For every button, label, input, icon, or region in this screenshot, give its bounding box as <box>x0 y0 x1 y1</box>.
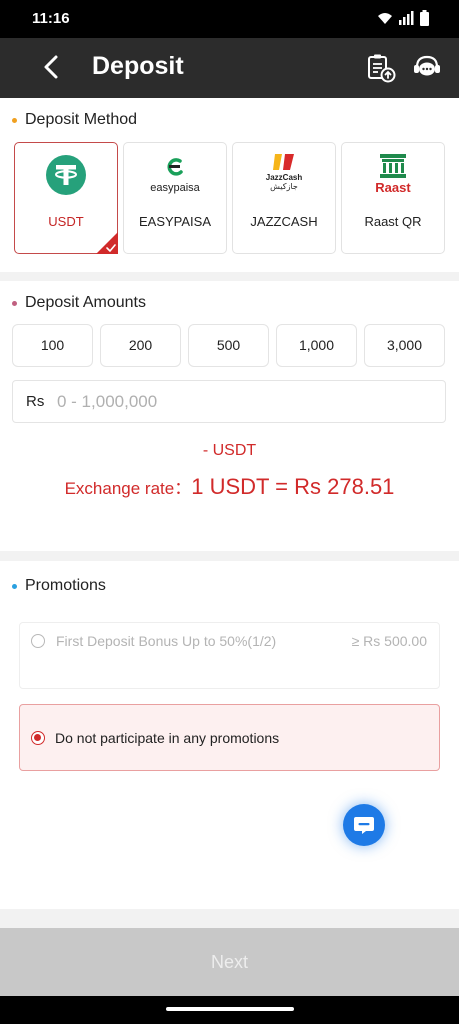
back-arrow-icon[interactable] <box>38 53 66 81</box>
section-dot <box>12 300 17 306</box>
status-time: 11:16 <box>32 10 70 27</box>
method-label: USDT <box>48 214 84 229</box>
customer-service-icon[interactable] <box>412 54 442 82</box>
chat-bubble-icon <box>354 817 374 834</box>
radio-button-selected[interactable] <box>31 731 45 745</box>
system-navigation-bar <box>0 996 459 1024</box>
method-label: Raast QR <box>364 214 422 229</box>
radio-button[interactable] <box>31 634 45 648</box>
signal-icon <box>399 11 414 25</box>
amount-field[interactable]: Rs <box>12 380 446 423</box>
promo-label: Do not participate in any promotions <box>55 730 280 746</box>
jazzcash-logo-text: JazzCash <box>265 173 303 182</box>
promo-first-deposit-bonus[interactable]: First Deposit Bonus Up to 50%(1/2) ≥ Rs … <box>19 622 440 689</box>
promotions-label: Promotions <box>25 577 106 594</box>
amount-input[interactable] <box>57 387 437 417</box>
exchange-rate-value: 1 USDT = Rs 278.51 <box>191 474 395 499</box>
quick-amount-200[interactable]: 200 <box>100 324 181 367</box>
method-label: EASYPAISA <box>138 214 211 229</box>
quick-amount-500[interactable]: 500 <box>188 324 269 367</box>
exchange-rate-label: Exchange rate： <box>64 479 192 498</box>
deposit-amounts-label: Deposit Amounts <box>25 294 146 311</box>
selected-check-icon <box>96 232 118 254</box>
page-title: Deposit <box>92 52 184 80</box>
status-bar: 11:16 <box>0 0 459 38</box>
battery-icon <box>420 10 429 26</box>
exchange-rate: Exchange rate：1 USDT = Rs 278.51 <box>0 474 459 500</box>
deposit-method-label: Deposit Method <box>25 111 138 128</box>
quick-amount-100[interactable]: 100 <box>12 324 93 367</box>
deposit-method-title: Deposit Method <box>12 111 137 129</box>
usdt-logo-icon <box>46 155 86 195</box>
jazzcash-logo-icon <box>273 154 294 170</box>
method-jazzcash[interactable]: JazzCash جازکیش JAZZCASH <box>232 142 336 254</box>
raast-logo-text: Raast <box>375 180 411 195</box>
deposit-record-icon[interactable] <box>366 53 396 83</box>
home-gesture-handle[interactable] <box>166 1007 294 1011</box>
next-button[interactable]: Next <box>0 928 459 996</box>
quick-amount-3000[interactable]: 3,000 <box>364 324 445 367</box>
promo-label: First Deposit Bonus Up to 50%(1/2) <box>56 633 277 649</box>
easypaisa-logo-icon <box>167 158 183 176</box>
method-usdt[interactable]: USDT <box>14 142 118 254</box>
deposit-amounts-title: Deposit Amounts <box>12 294 146 312</box>
app-header: Deposit <box>0 38 459 98</box>
promotions-title: Promotions <box>12 577 106 595</box>
quick-amount-1000[interactable]: 1,000 <box>276 324 357 367</box>
footer-bar: Next <box>0 928 459 996</box>
section-dot <box>12 583 17 589</box>
status-icons <box>377 10 429 26</box>
promo-no-participation[interactable]: Do not participate in any promotions <box>19 704 440 771</box>
wifi-icon <box>378 13 392 24</box>
converted-amount: - USDT <box>202 442 257 459</box>
method-easypaisa[interactable]: easypaisa EASYPAISA <box>123 142 227 254</box>
easypaisa-logo-text: easypaisa <box>150 182 200 194</box>
promo-minimum: ≥ Rs 500.00 <box>351 633 427 649</box>
method-label: JAZZCASH <box>250 214 318 229</box>
currency-symbol: Rs <box>26 393 45 410</box>
section-dot <box>12 117 17 123</box>
method-raast[interactable]: Raast Raast QR <box>341 142 445 254</box>
jazzcash-logo-subtext: جازکیش <box>270 182 298 191</box>
chat-fab-button[interactable] <box>343 804 385 846</box>
raast-logo-icon <box>380 154 406 178</box>
